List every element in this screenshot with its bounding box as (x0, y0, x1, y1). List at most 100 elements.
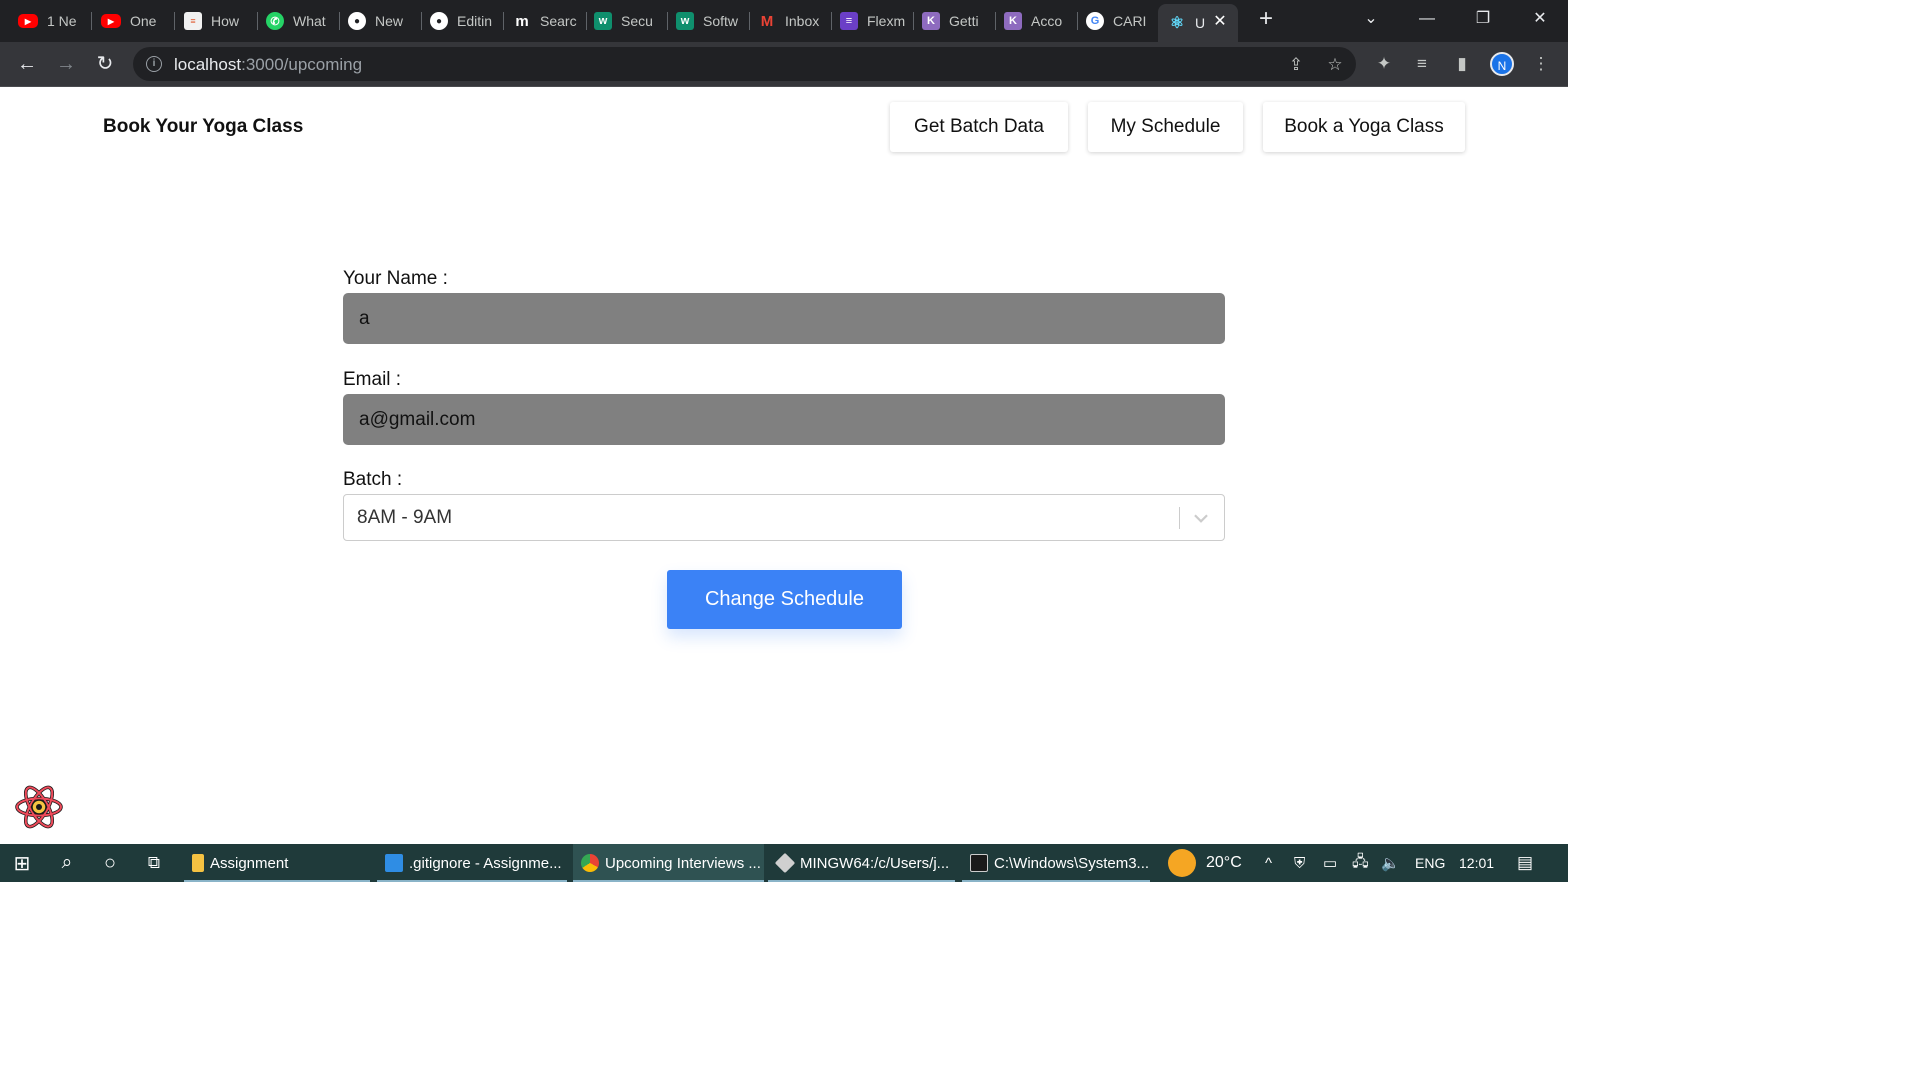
taskbar-app-label: .gitignore - Assignme... (409, 854, 562, 872)
side-panel-icon[interactable]: ▮ (1451, 53, 1473, 75)
batch-selected-value: 8AM - 9AM (357, 506, 453, 528)
tab-label: Inbox (785, 13, 820, 29)
close-window-icon[interactable]: ✕ (1526, 8, 1554, 32)
url-text: localhost:3000/upcoming (174, 55, 363, 74)
kotlin-icon: K (1004, 12, 1022, 30)
taskbar-app-explorer[interactable]: Assignment (184, 844, 370, 882)
nav-my-schedule-button[interactable]: My Schedule (1088, 102, 1243, 152)
reload-icon[interactable]: ↻ (92, 51, 118, 77)
taskbar-app-label: C:\Windows\System3... (994, 854, 1150, 872)
clock[interactable]: 12:01 (1459, 844, 1494, 882)
battery-icon[interactable]: ▭ (1323, 844, 1337, 882)
extensions-icon[interactable]: ✦ (1373, 53, 1395, 75)
windows-start-icon[interactable]: ⊞ (11, 844, 33, 882)
medium-icon: m (515, 12, 529, 30)
browser-tab[interactable]: ● New (348, 6, 422, 36)
task-view-icon[interactable]: ⧉ (142, 844, 166, 882)
address-bar[interactable]: i localhost:3000/upcoming ⇪ ☆ (133, 47, 1356, 81)
restore-icon[interactable]: ❐ (1469, 8, 1497, 32)
taskbar-app-cmd[interactable]: C:\Windows\System3... (962, 844, 1150, 882)
tab-label: Getti (949, 13, 979, 29)
language-indicator[interactable]: ENG (1415, 844, 1445, 882)
browser-tab[interactable]: ● Editin (430, 6, 504, 36)
name-input[interactable]: a (343, 293, 1225, 344)
tab-label: How (211, 13, 240, 29)
new-tab-icon[interactable]: + (1254, 7, 1278, 32)
chrome-icon (581, 854, 599, 872)
taskbar-app-label: MINGW64:/c/Users/j... (800, 854, 950, 872)
weather-widget[interactable]: 20°C (1168, 844, 1242, 882)
browser-tab[interactable]: K Getti (922, 6, 996, 36)
email-label: Email : (343, 369, 402, 390)
folder-icon (192, 854, 204, 872)
email-input[interactable]: a@gmail.com (343, 394, 1225, 445)
flexmoney-icon: ≡ (840, 12, 858, 30)
google-icon: G (1086, 12, 1104, 30)
github-icon: ● (348, 12, 366, 30)
network-icon[interactable]: 🖧 (1352, 844, 1369, 882)
react-devtools-icon[interactable] (14, 784, 64, 830)
tab-label: 1 Ne (47, 13, 77, 29)
tab-search-icon[interactable]: ⌄ (1357, 8, 1385, 32)
batch-label: Batch : (343, 469, 403, 490)
tab-label: What (293, 13, 326, 29)
browser-tab-active[interactable]: ⚛ U ✕ (1158, 4, 1238, 42)
name-label: Your Name : (343, 268, 448, 289)
batch-select[interactable]: 8AM - 9AM (343, 494, 1225, 541)
tab-label: Secu (621, 13, 653, 29)
chevron-down-icon[interactable] (1190, 507, 1212, 529)
search-icon[interactable]: ⌕ (55, 844, 79, 882)
defender-icon[interactable]: ⛨ (1294, 844, 1305, 882)
tab-label: Searc (540, 13, 577, 29)
browser-toolbar: ← → ↻ i localhost:3000/upcoming ⇪ ☆ ✦ ≡ … (0, 42, 1568, 87)
windows-taskbar: ⊞ ⌕ ○ ⧉ Assignment .gitignore - Assignme… (0, 844, 1568, 882)
whatsapp-icon: ✆ (266, 12, 284, 30)
nav-get-batch-data-button[interactable]: Get Batch Data (890, 102, 1068, 152)
taskbar-app-label: Assignment (210, 854, 289, 872)
volume-icon[interactable]: 🔈 (1381, 844, 1400, 882)
browser-tab[interactable]: ✆ What (266, 6, 340, 36)
nav-book-yoga-class-button[interactable]: Book a Yoga Class (1263, 102, 1465, 152)
workat-icon: w (594, 12, 612, 30)
browser-tab[interactable]: ≡ How (184, 6, 258, 36)
minimize-icon[interactable]: — (1413, 8, 1441, 32)
browser-tab[interactable]: w Softw (676, 6, 750, 36)
media-control-icon[interactable]: ≡ (1411, 53, 1433, 75)
menu-icon[interactable]: ⋮ (1530, 53, 1552, 75)
browser-tab[interactable]: ≡ Flexm (840, 6, 914, 36)
taskbar-app-git-bash[interactable]: MINGW64:/c/Users/j... (768, 844, 955, 882)
share-icon[interactable]: ⇪ (1285, 54, 1307, 76)
browser-tab[interactable]: G CARI (1086, 6, 1160, 36)
brand-title[interactable]: Book Your Yoga Class (103, 116, 303, 138)
taskbar-app-vscode[interactable]: .gitignore - Assignme... (377, 844, 567, 882)
tab-label: U (1195, 15, 1206, 31)
cortana-icon[interactable]: ○ (99, 844, 121, 882)
tab-label: Softw (703, 13, 739, 29)
tab-label: One (130, 13, 157, 29)
browser-tab[interactable]: ▶ One (101, 6, 175, 36)
notification-icon[interactable]: ▤ (1517, 844, 1533, 882)
browser-tab[interactable]: m Searc (513, 6, 587, 36)
tray-overflow-icon[interactable]: ^ (1265, 844, 1272, 882)
tab-label: Acco (1031, 13, 1063, 29)
site-info-icon[interactable]: i (146, 56, 162, 72)
youtube-icon: ▶ (101, 14, 121, 28)
select-divider (1179, 507, 1180, 529)
forward-icon[interactable]: → (53, 51, 79, 77)
browser-tab[interactable]: w Secu (594, 6, 668, 36)
browser-tab[interactable]: M Inbox (758, 6, 832, 36)
close-tab-icon[interactable]: ✕ (1212, 14, 1228, 30)
change-schedule-button[interactable]: Change Schedule (667, 570, 902, 629)
taskbar-app-label: Upcoming Interviews ... (605, 854, 761, 872)
back-icon[interactable]: ← (14, 51, 40, 77)
taskbar-app-chrome[interactable]: Upcoming Interviews ... (573, 844, 764, 882)
tab-label: CARI (1113, 13, 1147, 29)
profile-avatar[interactable]: N (1490, 52, 1514, 76)
bookmark-star-icon[interactable]: ☆ (1324, 54, 1346, 76)
page-content: Book Your Yoga Class Get Batch Data My S… (0, 88, 1568, 844)
github-icon: ● (430, 12, 448, 30)
weather-sun-icon (1168, 849, 1196, 877)
browser-tab[interactable]: ▶ 1 Ne (18, 6, 92, 36)
browser-tab[interactable]: K Acco (1004, 6, 1078, 36)
react-icon: ⚛ (1169, 15, 1185, 32)
